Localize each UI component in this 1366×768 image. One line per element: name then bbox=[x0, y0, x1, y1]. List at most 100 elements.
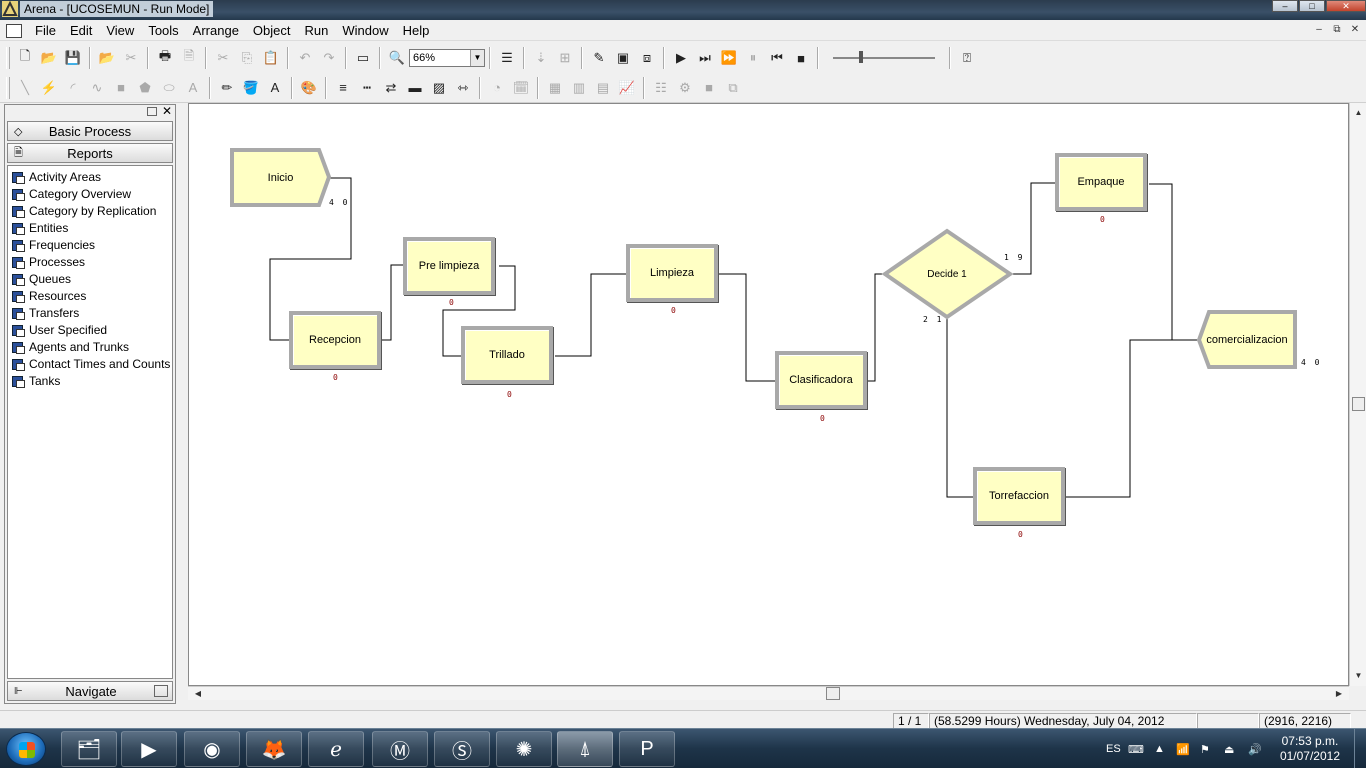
scroll-thumb[interactable] bbox=[1352, 397, 1365, 411]
redo-icon[interactable]: ↷ bbox=[318, 47, 340, 69]
report-processes[interactable]: Processes bbox=[8, 253, 172, 270]
dispose-module-comercializacion[interactable]: comercializacion bbox=[1201, 315, 1293, 365]
explorer-icon[interactable]: 🗂 bbox=[61, 731, 117, 767]
avast-icon[interactable]: ✺ bbox=[496, 731, 552, 767]
paste-icon[interactable]: 📋 bbox=[260, 47, 282, 69]
mdi-minimize-button[interactable]: – bbox=[1312, 24, 1326, 37]
step-icon[interactable]: ⏭ bbox=[694, 47, 716, 69]
language-indicator[interactable]: ES bbox=[1106, 729, 1121, 768]
decide-module-decide-1[interactable]: Decide 1 bbox=[905, 254, 989, 294]
bezier-icon[interactable]: ∿ bbox=[86, 77, 108, 99]
window-background-icon[interactable]: 🎨 bbox=[298, 77, 320, 99]
mdi-restore-button[interactable]: ⧉ bbox=[1330, 24, 1344, 37]
fast-forward-icon[interactable]: ⏩ bbox=[718, 47, 740, 69]
arena-icon[interactable]: ⍋ bbox=[557, 731, 613, 767]
arc-icon[interactable]: ◜ bbox=[62, 77, 84, 99]
mdi-close-button[interactable]: ✕ bbox=[1348, 24, 1362, 37]
pause-icon[interactable]: ⏸ bbox=[742, 47, 764, 69]
menu-run[interactable]: Run bbox=[298, 23, 336, 38]
connect-icon[interactable]: ⇣ bbox=[530, 47, 552, 69]
report-category-by-replication[interactable]: Category by Replication bbox=[8, 202, 172, 219]
safely-remove-icon[interactable]: ⏏ bbox=[1224, 729, 1234, 768]
report-user-specified[interactable]: User Specified bbox=[8, 321, 172, 338]
menu-window[interactable]: Window bbox=[335, 23, 395, 38]
scroll-up-icon[interactable]: ▲ bbox=[1350, 105, 1366, 121]
process-module-recepcion[interactable]: Recepcion bbox=[289, 311, 381, 369]
menu-edit[interactable]: Edit bbox=[63, 23, 99, 38]
menu-help[interactable]: Help bbox=[396, 23, 437, 38]
model-canvas[interactable]: Inicio 4 0 Recepcion 0 Pre limpieza 0 Tr… bbox=[188, 103, 1349, 686]
date-icon[interactable]: 🗓 bbox=[510, 77, 532, 99]
ie-icon[interactable]: ℯ bbox=[308, 731, 364, 767]
resource-icon[interactable]: ⚙ bbox=[674, 77, 696, 99]
open-file-icon[interactable]: 📂 bbox=[38, 47, 60, 69]
level-icon[interactable]: ▥ bbox=[568, 77, 590, 99]
tray-expand-icon[interactable]: ▲ bbox=[1154, 729, 1165, 768]
global-icon[interactable]: ■ bbox=[698, 77, 720, 99]
process-module-limpieza[interactable]: Limpieza bbox=[626, 244, 718, 302]
vertical-scrollbar[interactable]: ▲ ▼ bbox=[1349, 103, 1366, 686]
chrome-icon[interactable]: ◉ bbox=[184, 731, 240, 767]
create-module-inicio[interactable]: Inicio bbox=[236, 154, 325, 201]
queue-icon[interactable]: ☷ bbox=[650, 77, 672, 99]
pin-icon[interactable] bbox=[147, 107, 157, 116]
report-queues[interactable]: Queues bbox=[8, 270, 172, 287]
skype-icon[interactable]: Ⓢ bbox=[434, 731, 490, 767]
text-color-icon[interactable]: A bbox=[264, 77, 286, 99]
report-tanks[interactable]: Tanks bbox=[8, 372, 172, 389]
arrow-style-icon[interactable]: ⇄ bbox=[380, 77, 402, 99]
volume-icon[interactable]: 🔊 bbox=[1248, 729, 1262, 768]
menu-arrange[interactable]: Arrange bbox=[186, 23, 246, 38]
named-view-icon[interactable]: ⧈ bbox=[636, 47, 658, 69]
scroll-left-icon[interactable]: ◀ bbox=[191, 687, 205, 701]
save-icon[interactable]: 💾 bbox=[62, 47, 84, 69]
menu-object[interactable]: Object bbox=[246, 23, 298, 38]
go-icon[interactable]: ▶ bbox=[670, 47, 692, 69]
menu-file[interactable]: File bbox=[28, 23, 63, 38]
process-module-torrefaccion[interactable]: Torrefaccion bbox=[973, 467, 1065, 525]
transporter-icon[interactable]: ⧉ bbox=[722, 77, 744, 99]
maximize-button[interactable]: □ bbox=[1299, 0, 1325, 12]
start-over-icon[interactable]: ⏮ bbox=[766, 47, 788, 69]
zoom-icon[interactable]: 🔍 bbox=[386, 47, 408, 69]
process-module-clasificadora[interactable]: Clasificadora bbox=[775, 351, 867, 409]
close-icon[interactable]: ✕ bbox=[162, 104, 172, 118]
scroll-thumb[interactable] bbox=[826, 687, 840, 700]
chevron-down-icon[interactable]: ▼ bbox=[470, 50, 484, 66]
powerpoint-icon[interactable]: P bbox=[619, 731, 675, 767]
report-category-overview[interactable]: Category Overview bbox=[8, 185, 172, 202]
arena-app-icon[interactable] bbox=[2, 1, 18, 17]
document-icon[interactable] bbox=[6, 23, 22, 38]
histogram-icon[interactable]: ▤ bbox=[592, 77, 614, 99]
zoom-select[interactable]: 66% ▼ bbox=[409, 49, 485, 67]
polyline-icon[interactable]: ⚡ bbox=[38, 77, 60, 99]
print-preview-icon[interactable]: 🗎 bbox=[178, 47, 200, 69]
text-icon[interactable]: A bbox=[182, 77, 204, 99]
report-entities[interactable]: Entities bbox=[8, 219, 172, 236]
variable-icon[interactable]: ▦ bbox=[544, 77, 566, 99]
ellipse-icon[interactable]: ⬭ bbox=[158, 77, 180, 99]
end-icon[interactable]: ■ bbox=[790, 47, 812, 69]
firefox-icon[interactable]: 🦊 bbox=[246, 731, 302, 767]
layers-icon[interactable]: ☰ bbox=[496, 47, 518, 69]
show-desktop-button[interactable] bbox=[1354, 729, 1366, 768]
fill-pattern-icon[interactable]: ▨ bbox=[428, 77, 450, 99]
keyboard-icon[interactable]: ⌨ bbox=[1128, 729, 1144, 768]
panel-reports[interactable]: 🗎 Reports bbox=[7, 143, 173, 163]
action-center-icon[interactable]: ⚑ bbox=[1200, 729, 1210, 768]
line-width-icon[interactable]: ≡ bbox=[332, 77, 354, 99]
line-pattern-icon[interactable]: ▬ bbox=[404, 77, 426, 99]
minimize-button[interactable]: – bbox=[1272, 0, 1298, 12]
polygon-icon[interactable]: ⬟ bbox=[134, 77, 156, 99]
panel-navigate[interactable]: ⊩ Navigate bbox=[7, 681, 173, 701]
thumbnail-icon[interactable] bbox=[154, 685, 168, 697]
start-button[interactable] bbox=[6, 732, 46, 766]
menu-view[interactable]: View bbox=[99, 23, 141, 38]
show-dimensions-icon[interactable]: ⇿ bbox=[452, 77, 474, 99]
process-module-empaque[interactable]: Empaque bbox=[1055, 153, 1147, 211]
context-help-icon[interactable]: ⍰ bbox=[956, 47, 978, 69]
report-activity-areas[interactable]: Activity Areas bbox=[8, 168, 172, 185]
scroll-right-icon[interactable]: ▶ bbox=[1332, 687, 1346, 701]
slider-thumb[interactable] bbox=[859, 51, 863, 63]
scroll-down-icon[interactable]: ▼ bbox=[1350, 668, 1366, 684]
